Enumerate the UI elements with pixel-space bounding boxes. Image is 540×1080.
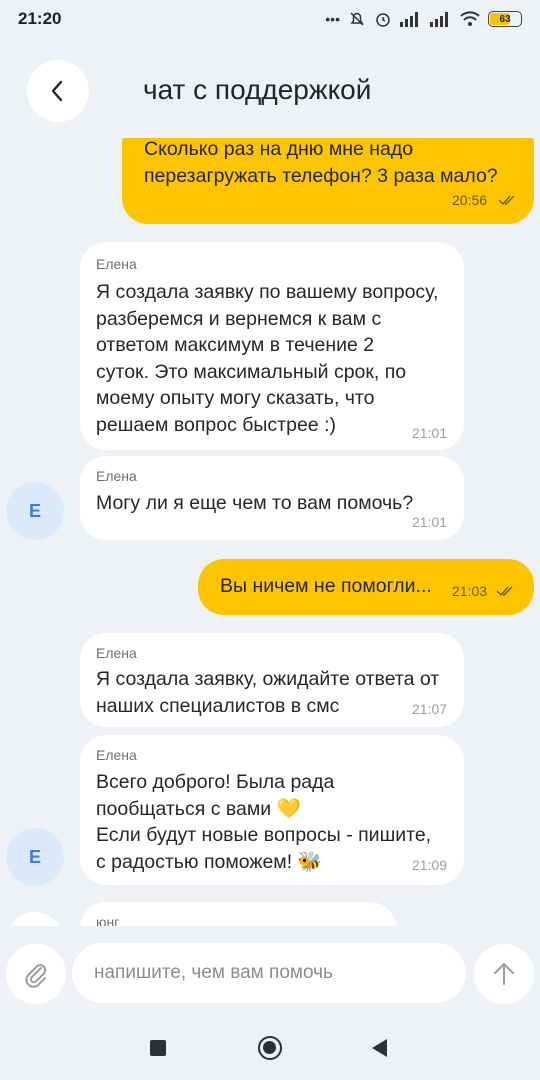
status-bar: 21:20 ••• 63 [0,0,540,38]
message-sender: Елена [96,468,137,484]
recent-apps-button[interactable] [150,1040,166,1056]
message-time: 21:01 [412,514,448,530]
message-time: 21:03 [452,583,488,599]
message-text: Я создала заявку, ожидайте ответа от наш… [96,668,440,717]
avatar[interactable]: Е [6,482,64,540]
message-text: Вы ничем не помогли... [220,575,432,597]
message-time: 21:09 [412,857,448,873]
arrow-up-icon [494,963,514,985]
home-button[interactable] [258,1036,282,1060]
message-outgoing[interactable]: Сколько раз на дню мне надо перезагружат… [122,138,534,224]
status-icons: ••• 63 [325,10,522,28]
send-button[interactable] [474,944,534,1004]
chat-header: чат с поддержкой [0,38,540,138]
alarm-icon [376,13,390,27]
message-incoming[interactable]: Елена Я создала заявку, ожидайте ответа … [80,633,464,727]
message-input[interactable] [72,943,466,1003]
input-bar [0,926,540,1020]
message-incoming[interactable]: юнг [80,902,396,926]
message-sender: Елена [96,256,137,272]
message-text: Могу ли я еще чем то вам помочь? [96,492,414,514]
system-nav-bar [0,1020,540,1080]
message-text: Всего доброго! Была рада пообщаться с ва… [96,771,432,873]
message-incoming[interactable]: Елена Могу ли я еще чем то вам помочь? 2… [80,456,464,540]
signal-icon [400,12,418,27]
page-title: чат с поддержкой [143,74,372,105]
message-sender: Елена [96,645,137,661]
message-time: 21:01 [412,425,448,441]
chat-messages[interactable]: Сколько раз на дню мне надо перезагружат… [0,138,540,926]
message-incoming[interactable]: Елена Я создала заявку по вашему вопросу… [80,242,464,450]
read-check-icon [498,195,515,206]
signal-icon [430,12,448,27]
chevron-left-icon [51,80,63,102]
message-time: 20:56 [452,192,488,208]
mute-icon [350,12,364,26]
avatar[interactable] [6,912,64,926]
status-time: 21:20 [18,9,62,28]
wifi-icon [460,11,480,26]
message-text: Я создала заявку по вашему вопросу, разб… [96,281,439,436]
back-button[interactable] [27,60,89,122]
message-text: Сколько раз на дню мне надо перезагружат… [144,138,498,187]
battery-level: 63 [499,13,511,25]
system-back-button[interactable] [372,1039,387,1057]
message-outgoing[interactable]: Вы ничем не помогли... 21:03 [198,559,534,615]
message-sender: юнг [96,914,120,926]
avatar[interactable]: Е [6,828,64,886]
paperclip-icon [25,964,47,988]
more-dots-icon: ••• [325,11,340,27]
read-check-icon [496,586,513,597]
message-incoming[interactable]: Елена Всего доброго! Была рада пообщатьс… [80,735,464,885]
message-sender: Елена [96,747,137,763]
message-time: 21:07 [412,701,448,717]
attach-button[interactable] [6,944,66,1004]
battery-icon: 63 [488,11,522,27]
